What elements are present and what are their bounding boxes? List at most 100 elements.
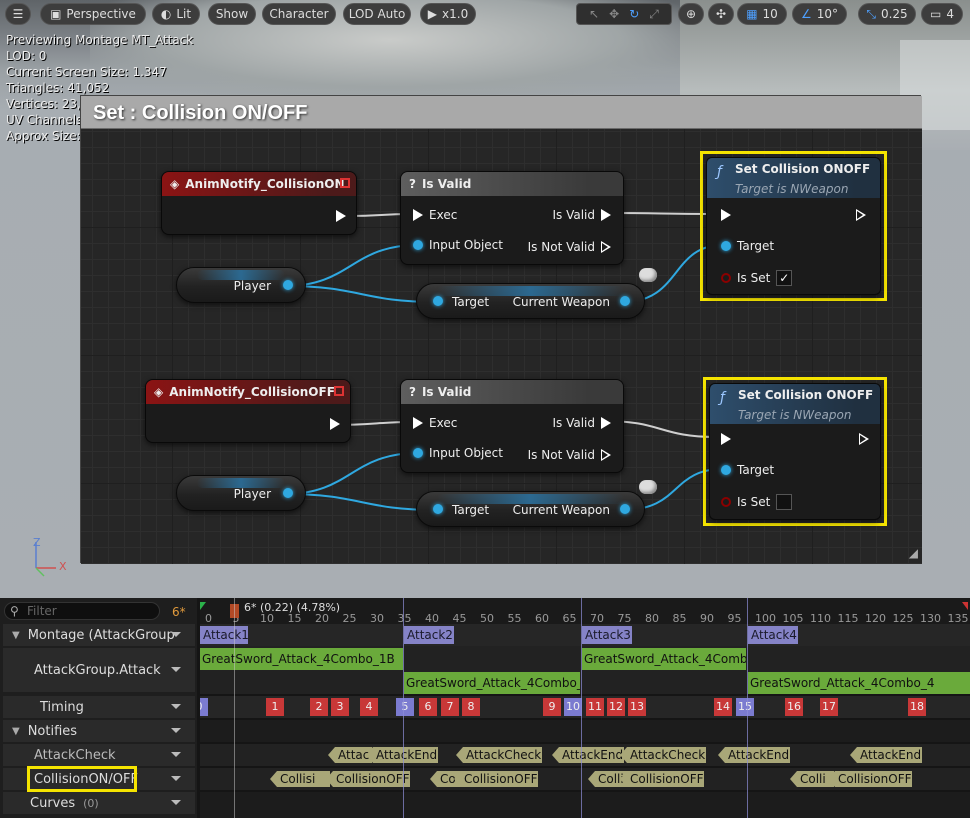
viewport-menu-button[interactable]: ☰	[5, 3, 31, 25]
notify-collision-off[interactable]: CollisionOFF	[828, 771, 912, 787]
scale-snap-button[interactable]: ⤡ 0.25	[858, 3, 916, 25]
notify-attackend[interactable]: AttackEnd	[718, 747, 790, 763]
is-set-pin[interactable]: Is Set ✓	[721, 270, 793, 286]
range-start-marker[interactable]	[200, 602, 206, 610]
timing-marker[interactable]: 8	[462, 698, 480, 716]
notify-attackcheck[interactable]: Attac	[328, 747, 372, 763]
dropdown-icon[interactable]	[171, 667, 181, 672]
exec-in-pin[interactable]	[721, 209, 731, 221]
is-set-checkbox[interactable]	[776, 494, 793, 510]
sections-track[interactable]: Attack1 Attack2 Attack3 Attack4	[200, 624, 970, 646]
target-pin[interactable]: Target	[721, 463, 774, 477]
notify-collision-off[interactable]: CollisionOFF	[620, 771, 704, 787]
dropdown-icon[interactable]	[171, 752, 181, 757]
exec-in-pin[interactable]	[721, 433, 731, 445]
is-not-valid-pin[interactable]: Is Not Valid	[528, 240, 611, 254]
collision-track[interactable]: Collisi CollisionOFF Co CollisionOFF Col…	[200, 768, 970, 790]
timing-marker[interactable]: 7	[441, 698, 459, 716]
is-not-valid-pin[interactable]: Is Not Valid	[528, 448, 611, 462]
notify-attackend[interactable]: AttackEnd	[552, 747, 624, 763]
isvalid-node-1[interactable]: ? Is Valid Exec Is Valid Input Object Is …	[400, 171, 624, 265]
segment-combo-4[interactable]: GreatSword_Attack_4Combo_4	[748, 672, 970, 694]
exec-out-pin[interactable]	[330, 418, 340, 430]
input-object-pin[interactable]: Input Object	[413, 446, 503, 460]
dropdown-icon[interactable]	[171, 704, 181, 709]
section-attack4[interactable]: Attack4	[748, 626, 798, 644]
track-attackcheck[interactable]: AttackCheck	[3, 744, 195, 766]
timing-marker[interactable]: 15	[736, 698, 754, 716]
perspective-button[interactable]: ▣ Perspective	[40, 3, 146, 25]
attackcheck-track[interactable]: Attac AttackEnd AttackCheck AttackEnd At…	[200, 744, 970, 766]
blueprint-comment-box[interactable]: Set : Collision ON/OFF ◈ AnimNotify_Colli…	[80, 95, 922, 564]
dropdown-icon[interactable]	[171, 776, 181, 781]
camera-speed-button[interactable]: ▭ 4	[921, 3, 963, 25]
is-valid-out-pin[interactable]: Is Valid	[552, 208, 611, 222]
resize-grip-icon[interactable]: ◢	[909, 546, 918, 560]
notify-attackend[interactable]: AttackEnd	[366, 747, 438, 763]
track-attackgroup[interactable]: AttackGroup.Attack	[3, 648, 195, 692]
timing-marker[interactable]: 13	[628, 698, 646, 716]
exec-out-pin[interactable]	[856, 209, 866, 221]
is-set-checkbox[interactable]: ✓	[776, 270, 793, 286]
notify-attackend[interactable]: AttackEnd	[850, 747, 922, 763]
reroute-knot-icon[interactable]	[639, 268, 657, 282]
weapon-out-pin[interactable]	[620, 504, 630, 514]
is-set-pin[interactable]: Is Set	[721, 494, 793, 510]
preview-viewport[interactable]: ☰ ▣ Perspective ◐ Lit Show Character LOD A…	[0, 0, 970, 598]
notify-collision-off[interactable]: CollisionOFF	[454, 771, 538, 787]
player-out-pin[interactable]	[283, 280, 293, 290]
track-notifies[interactable]: ▼ Notifies	[3, 720, 195, 742]
transform-tools[interactable]: ↖ ✥ ↻ ⤢	[576, 3, 672, 25]
notify-attackcheck[interactable]: AttackCheck	[456, 747, 542, 763]
timing-marker[interactable]: 18	[908, 698, 926, 716]
exec-out-pin[interactable]	[336, 210, 346, 222]
set-collision-node-1[interactable]: ƒ Set Collision ONOFF Target is NWeapon …	[706, 157, 881, 295]
surface-snap-button[interactable]: ✣	[708, 3, 734, 25]
filter-input[interactable]: ⚲ Filter	[4, 602, 160, 620]
lod-button[interactable]: LOD Auto	[343, 3, 411, 25]
timing-marker[interactable]: 14	[714, 698, 732, 716]
timing-marker[interactable]: 6	[419, 698, 437, 716]
timing-marker[interactable]: 4	[360, 698, 378, 716]
translate-icon[interactable]: ✥	[609, 7, 619, 21]
is-valid-out-pin[interactable]: Is Valid	[552, 416, 611, 430]
input-object-pin[interactable]: Input Object	[413, 238, 503, 252]
exec-in-pin[interactable]: Exec	[413, 208, 457, 222]
target-pin[interactable]: Target	[721, 239, 774, 253]
playback-speed-button[interactable]: ▶ x1.0	[420, 3, 476, 25]
collapse-arrow-icon[interactable]: ▼	[12, 630, 20, 641]
grid-snap-button[interactable]: ▦ 10	[737, 3, 787, 25]
event-node-collision-off[interactable]: ◈ AnimNotify_CollisionOFF	[145, 379, 351, 443]
current-weapon-getter-1[interactable]: Target Current Weapon	[416, 283, 645, 319]
exec-in-pin[interactable]: Exec	[413, 416, 457, 430]
timing-marker[interactable]: 9	[543, 698, 561, 716]
timing-marker[interactable]: 5	[396, 698, 414, 716]
segments-track[interactable]: GreatSword_Attack_4Combo_1B GreatSword_A…	[200, 646, 970, 694]
notify-attackcheck[interactable]: AttackCheck	[620, 747, 706, 763]
timing-marker[interactable]: 11	[586, 698, 604, 716]
notify-collision-on[interactable]: Colli	[790, 771, 834, 787]
lit-button[interactable]: ◐ Lit	[152, 3, 200, 25]
timing-marker[interactable]: 16	[785, 698, 803, 716]
timing-marker[interactable]: 10	[564, 698, 582, 716]
timing-marker[interactable]: 17	[820, 698, 838, 716]
target-in-pin[interactable]	[433, 296, 443, 306]
section-attack1[interactable]: Attack1	[200, 626, 248, 644]
track-curves[interactable]: Curves (0)	[3, 792, 195, 814]
character-button[interactable]: Character	[262, 3, 336, 25]
reroute-knot-icon[interactable]	[639, 480, 657, 494]
timing-marker[interactable]: 2	[310, 698, 328, 716]
player-variable-1[interactable]: Player	[176, 267, 306, 303]
event-node-collision-on[interactable]: ◈ AnimNotify_CollisionON	[161, 171, 357, 235]
target-in-pin[interactable]	[433, 504, 443, 514]
range-end-marker[interactable]	[962, 602, 968, 610]
notify-collision-off[interactable]: CollisionOFF	[326, 771, 410, 787]
timing-marker[interactable]: 0	[200, 698, 208, 716]
collapse-arrow-icon[interactable]: ▼	[12, 726, 20, 737]
section-attack3[interactable]: Attack3	[582, 626, 632, 644]
segment-combo-2[interactable]: GreatSword_Attack_4Combo_2	[404, 672, 580, 694]
weapon-out-pin[interactable]	[620, 296, 630, 306]
track-timing[interactable]: Timing	[3, 696, 195, 718]
dropdown-icon[interactable]	[171, 632, 181, 637]
rotate-icon[interactable]: ↻	[629, 7, 639, 21]
